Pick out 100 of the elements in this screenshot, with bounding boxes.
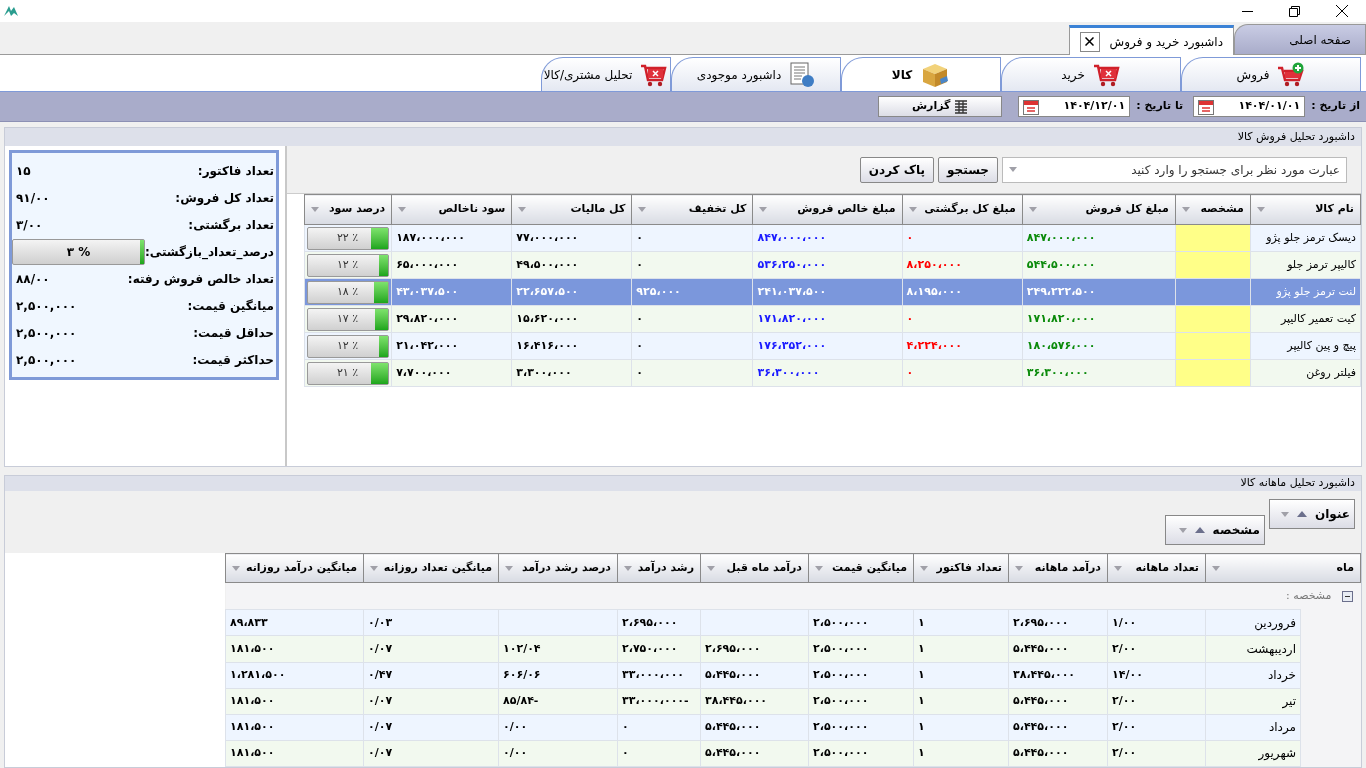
table-cell: ۲،۷۵۰،۰۰۰ (617, 635, 701, 663)
table-row[interactable]: دیسک ترمز جلو پژو ۸۴۷،۰۰۰،۰۰۰ ۰ ۸۴۷،۰۰۰،۰۰۰ ۰ ۷۷،۰۰۰،۰۰۰ ۱۸۷،۰۰۰،۰۰۰ ٪ ۲۲ (304, 224, 1361, 252)
close-icon[interactable] (1336, 5, 1348, 17)
table-cell: ۱۸۱،۵۰۰ (225, 688, 364, 715)
table-cell: تیر (1205, 688, 1301, 715)
table-cell: ۰ (902, 359, 1023, 387)
column-header[interactable]: نام کالا (1250, 194, 1361, 225)
dropdown-arrow-icon[interactable] (624, 565, 632, 571)
column-header[interactable]: مبلغ کل فروش (1022, 194, 1176, 225)
column-header[interactable]: مشخصه (1175, 194, 1251, 225)
table-cell: ۰/۰۷ (363, 635, 499, 663)
group-field-chip[interactable]: مشخصه (1165, 515, 1265, 545)
column-header[interactable]: میانگین درآمد روزانه (225, 553, 364, 583)
restore-icon[interactable] (1289, 5, 1300, 17)
dropdown-arrow-icon[interactable] (920, 565, 928, 571)
dropdown-arrow-icon[interactable] (232, 565, 240, 571)
column-header[interactable]: کل تخفیف (631, 194, 753, 225)
table-row[interactable]: پیچ و پین کالیپر ۱۸۰،۵۷۶،۰۰۰ ۴،۲۲۴،۰۰۰ ۱۷۶،۳۵۲،۰۰۰ ۰ ۱۶،۴۱۶،۰۰۰ ۲۱،۰۴۲،۰۰۰ ٪ ۱۲ (304, 332, 1361, 360)
table-cell: ۰ (617, 714, 701, 741)
column-header[interactable]: درصد سود (304, 194, 392, 225)
dropdown-arrow-icon[interactable] (398, 207, 407, 212)
table-cell: ۰/۰۰ (498, 714, 618, 741)
summary-label: تعداد برگشتی: (188, 216, 274, 234)
column-header[interactable]: تعداد فاکتور (913, 553, 1009, 583)
ribbon-tab[interactable]: تحلیل مشتری/کالا (541, 57, 671, 91)
table-cell: ۴،۲۲۴،۰۰۰ (902, 332, 1023, 360)
cart-plus-icon (1277, 61, 1306, 88)
calendar-icon[interactable] (1198, 98, 1215, 115)
dropdown-arrow-icon[interactable] (815, 565, 823, 571)
group-label: مشخصه : (1286, 588, 1332, 605)
table-cell: ۷۷،۰۰۰،۰۰۰ (511, 224, 632, 252)
ribbon-tab[interactable]: فروش (1181, 57, 1361, 91)
table-cell: ۱ (913, 740, 1009, 767)
summary-value: ۲,۵۰۰,۰۰۰ (15, 297, 78, 315)
table-cell: خرداد (1205, 662, 1301, 689)
summary-label: تعداد خالص فروش رفته: (127, 270, 274, 288)
search-button[interactable]: جستجو (938, 156, 998, 183)
column-header[interactable]: رشد درآمد (617, 553, 701, 583)
dropdown-arrow-icon[interactable] (1015, 565, 1023, 571)
calendar-icon[interactable] (1023, 98, 1040, 115)
document-tab[interactable]: صفحه اصلی (1234, 24, 1366, 54)
table-cell: ۰ (631, 224, 753, 252)
dropdown-arrow-icon[interactable] (638, 207, 647, 212)
column-header[interactable]: مبلغ کل برگشتی (902, 194, 1023, 225)
search-field[interactable]: عبارت مورد نظر برای جستجو را وارد کنید (1023, 160, 1340, 179)
document-tab[interactable]: داشبورد خرید و فروش (1068, 25, 1234, 55)
ribbon-tab[interactable]: خرید (1001, 57, 1181, 91)
column-header[interactable]: کل مالیات (511, 194, 632, 225)
group-field-chip[interactable]: عنوان (1269, 499, 1355, 529)
dropdown-arrow-icon[interactable] (1256, 207, 1265, 212)
table-row[interactable]: کیت تعمیر کالیپر ۱۷۱،۸۲۰،۰۰۰ ۰ ۱۷۱،۸۲۰،۰۰۰ ۰ ۱۵،۶۲۰،۰۰۰ ۲۹،۸۲۰،۰۰۰ ٪ ۱۷ (304, 305, 1361, 333)
column-header[interactable]: درآمد ماهانه (1008, 553, 1108, 583)
dropdown-arrow-icon[interactable] (759, 207, 768, 212)
summary-label: تعداد کل فروش: (175, 189, 274, 207)
dropdown-arrow-icon[interactable] (370, 565, 378, 571)
summary-value: ۱۵ (15, 162, 32, 180)
dropdown-arrow-icon[interactable] (1009, 167, 1017, 172)
column-header[interactable]: درآمد ماه قبل (700, 553, 809, 583)
table-cell: ۲۴۱،۰۳۷،۵۰۰ (752, 278, 903, 306)
table-cell: ۰ (631, 332, 753, 360)
column-header[interactable]: مبلغ خالص فروش (752, 194, 903, 225)
table-cell: ۵۴۴،۵۰۰،۰۰۰ (1022, 251, 1176, 279)
dropdown-arrow-icon[interactable] (1114, 565, 1122, 571)
table-cell: ۵،۴۴۵،۰۰۰ (700, 662, 809, 689)
clear-button[interactable]: پاک کردن (859, 156, 935, 183)
close-tab-button[interactable] (1079, 31, 1100, 52)
dropdown-arrow-icon[interactable] (1181, 207, 1190, 212)
table-cell: ۲۴۹،۲۲۲،۵۰۰ (1022, 278, 1176, 306)
progress-reading: ٪ ۱۷ (336, 310, 359, 327)
column-header[interactable]: سود ناخالص (391, 194, 512, 225)
table-cell: ۱۸۱،۵۰۰ (225, 740, 364, 767)
ribbon-tab[interactable]: داشبورد موجودی (671, 57, 841, 91)
progress-reading: ٪ ۲۲ (336, 229, 359, 246)
report-button[interactable]: گزارش (878, 96, 1003, 117)
column-header[interactable]: میانگین تعداد روزانه (363, 553, 499, 583)
dropdown-arrow-icon[interactable] (518, 207, 527, 212)
dropdown-arrow-icon[interactable] (1212, 565, 1220, 571)
table-cell: ۲،۵۰۰،۰۰۰ (808, 688, 914, 715)
dropdown-arrow-icon[interactable] (707, 565, 715, 571)
table-row[interactable]: کالیپر ترمز جلو ۵۴۴،۵۰۰،۰۰۰ ۸،۲۵۰،۰۰۰ ۵۳۶،۲۵۰،۰۰۰ ۰ ۴۹،۵۰۰،۰۰۰ ۶۵،۰۰۰،۰۰۰ ٪ ۱۲ (304, 251, 1361, 279)
dropdown-arrow-icon[interactable] (908, 207, 917, 212)
search-combo[interactable]: عبارت مورد نظر برای جستجو را وارد کنید (1002, 156, 1347, 183)
progress-reading: % ۳ (66, 243, 91, 261)
dropdown-arrow-icon[interactable] (505, 565, 513, 571)
dropdown-arrow-icon[interactable] (1028, 207, 1037, 212)
column-header[interactable]: درصد رشد درآمد (498, 553, 618, 583)
table-row[interactable]: لنت ترمز جلو پژو ۲۴۹،۲۲۲،۵۰۰ ۸،۱۹۵،۰۰۰ ۲۴۱،۰۳۷،۵۰۰ ۹۲۵،۰۰۰ ۲۲،۶۵۷،۵۰۰ ۴۳،۰۳۷،۵۰۰ ٪ ۱۸ (304, 278, 1361, 306)
table-cell: ۲۹،۸۲۰،۰۰۰ (391, 305, 512, 333)
table-cell: ۲۲،۶۵۷،۵۰۰ (511, 278, 632, 306)
date-field[interactable]: ۱۴۰۴/۱۲/۰۱ (1018, 96, 1131, 117)
column-header[interactable]: تعداد ماهانه (1107, 553, 1206, 583)
table-cell: ۰ (617, 740, 701, 767)
column-header[interactable]: ماه (1205, 553, 1361, 583)
collapse-icon[interactable] (1341, 590, 1353, 602)
date-field[interactable]: ۱۴۰۴/۰۱/۰۱ (1193, 96, 1306, 117)
table-row[interactable]: فیلتر روغن ۳۶،۳۰۰،۰۰۰ ۰ ۳۶،۳۰۰،۰۰۰ ۰ ۳،۳۰۰،۰۰۰ ۷،۷۰۰،۰۰۰ ٪ ۲۱ (304, 359, 1361, 387)
dropdown-arrow-icon[interactable] (311, 207, 319, 212)
to-date-label: تا تاریخ : (1136, 98, 1184, 115)
ribbon-tab[interactable]: کالا (841, 57, 1001, 91)
column-header[interactable]: میانگین قیمت (808, 553, 914, 583)
